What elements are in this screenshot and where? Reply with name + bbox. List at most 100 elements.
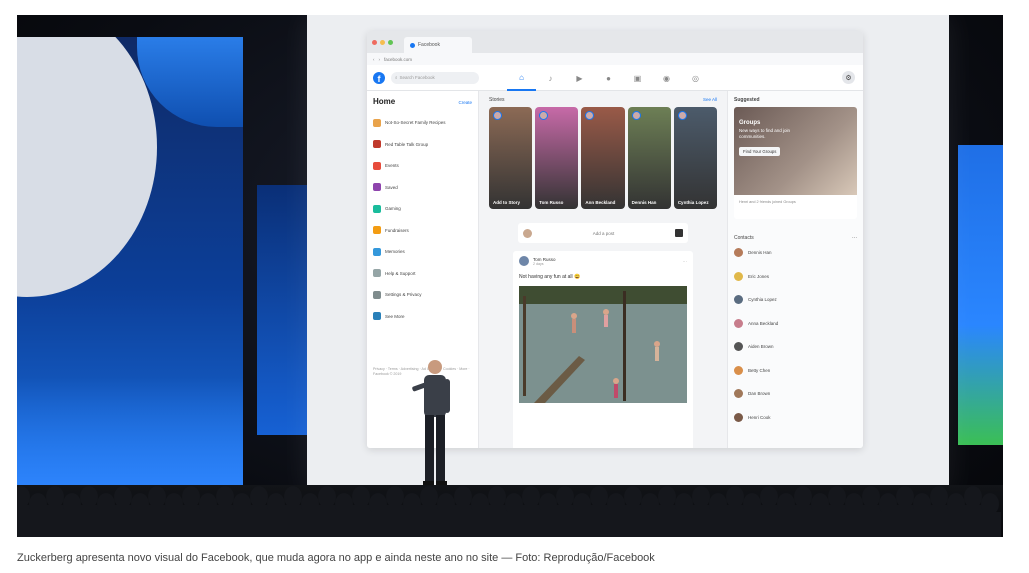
audience-head <box>454 486 472 508</box>
sidebar-item[interactable]: Gaming <box>373 198 472 220</box>
audience-head <box>80 486 98 508</box>
browser-tab[interactable]: Facebook <box>404 37 472 53</box>
audience-head <box>862 486 880 508</box>
news-feed: Stories See All Add to Story Tom Russo Ann… <box>479 91 727 448</box>
groups-card-title: Groups <box>739 120 761 126</box>
back-arrow-icon[interactable]: ‹ <box>373 57 375 62</box>
audience-head <box>760 486 778 508</box>
sidebar-item-label: Gaming <box>385 206 401 212</box>
post-header: Tom Russo 2 days ··· <box>519 256 687 266</box>
audience-head <box>318 486 336 508</box>
lake-jumping-photo <box>519 286 687 403</box>
audience-head <box>981 493 999 515</box>
post-author[interactable]: Tom Russo <box>533 257 556 262</box>
settings-gear-icon[interactable]: ⚙ <box>842 71 855 84</box>
marketplace-icon[interactable]: ▣ <box>623 65 652 91</box>
post-author-avatar[interactable] <box>519 256 529 266</box>
sidebar-item-label: Memories <box>385 249 405 255</box>
contact-name: Anna Beckland <box>748 320 779 326</box>
maximize-window-dot[interactable] <box>388 39 393 45</box>
facebook-logo-icon[interactable]: f <box>373 71 385 84</box>
video-icon[interactable]: ▶ <box>565 65 594 91</box>
sidebar-item[interactable]: Red Table Talk Group <box>373 134 472 156</box>
contact-item[interactable]: Cynthia Lopez <box>734 288 857 312</box>
story-card[interactable]: Ann Beckland <box>581 107 625 209</box>
story-card[interactable]: Tom Russo <box>535 107 579 209</box>
contact-avatar <box>734 412 743 422</box>
stories-header: Stories See All <box>489 97 717 103</box>
story-name: Cynthia Lopez <box>677 200 709 205</box>
sidebar-item[interactable]: Saved <box>373 177 472 199</box>
sidebar-item[interactable]: Events <box>373 155 472 177</box>
sidebar-item-label: Red Table Talk Group <box>385 141 429 147</box>
search-icon: ⌕ <box>395 75 398 80</box>
sidebar-item-icon <box>373 290 381 299</box>
groups-icon[interactable]: ◉ <box>652 65 681 91</box>
sidebar-item-icon <box>373 183 381 192</box>
add-post-placeholder: Add a post <box>592 230 615 236</box>
search-input[interactable]: ⌕ Search Facebook <box>391 71 479 84</box>
avatar-icon[interactable]: ● <box>594 65 623 91</box>
close-window-dot[interactable] <box>372 39 377 45</box>
contact-item[interactable]: Anna Beckland <box>734 312 857 336</box>
story-card[interactable]: Cynthia Lopez <box>673 107 718 209</box>
create-link[interactable]: Create <box>458 100 472 105</box>
audience-head <box>148 486 166 508</box>
home-icon[interactable]: ⌂ <box>507 65 536 91</box>
more-options-icon[interactable]: ··· <box>683 259 688 264</box>
audience-head <box>352 486 370 508</box>
audience-head <box>46 486 64 508</box>
contact-item[interactable]: Aiden Brown <box>734 335 857 359</box>
sidebar-item[interactable]: Memories <box>373 241 472 263</box>
left-screen-arc <box>17 37 157 297</box>
groups-card-image: Groups New ways to find and join communi… <box>734 107 857 195</box>
audience-body <box>979 512 1001 537</box>
sidebar-item[interactable]: Help & Support <box>373 263 472 285</box>
audience-head <box>522 486 540 508</box>
browser-tab-title: Facebook <box>418 42 440 48</box>
contact-avatar <box>734 295 743 305</box>
audience-head <box>896 486 914 508</box>
suggested-title: Suggested <box>734 97 760 103</box>
sidebar-item-icon <box>373 247 381 256</box>
facebook-favicon-icon <box>410 42 415 48</box>
contact-avatar <box>734 389 743 399</box>
contact-avatar <box>734 342 743 352</box>
contact-name: Cynthia Lopez <box>748 297 777 303</box>
gaming-icon[interactable]: ◎ <box>681 65 710 91</box>
photo-caption: Zuckerberg apresenta novo visual do Face… <box>17 552 655 564</box>
left-side-screen <box>17 37 243 497</box>
minimize-window-dot[interactable] <box>380 39 385 45</box>
sidebar-item[interactable]: Fundraisers <box>373 220 472 242</box>
find-groups-button[interactable]: Find Your Groups <box>739 146 781 156</box>
story-card[interactable]: Add to Story <box>489 107 533 209</box>
contact-item[interactable]: Dennis Han <box>734 241 857 265</box>
audience-head <box>284 486 302 508</box>
add-post-composer[interactable]: Add a post <box>518 223 688 243</box>
sidebar-item[interactable]: See More <box>373 306 472 328</box>
address-bar[interactable]: ‹ › facebook.com <box>367 53 863 65</box>
contact-item[interactable]: Eric Jones <box>734 265 857 289</box>
contact-item[interactable]: Betty Chen <box>734 359 857 383</box>
see-all-link[interactable]: See All <box>703 97 717 103</box>
story-card[interactable]: Dennis Han <box>627 107 671 209</box>
contact-item[interactable]: Dan Brown <box>734 382 857 406</box>
groups-suggestion-card[interactable]: Groups New ways to find and join communi… <box>734 107 857 219</box>
browser-tab-strip: Facebook <box>367 31 863 53</box>
photo-icon[interactable] <box>675 229 683 237</box>
story-name: Add to Story <box>493 200 520 205</box>
story-avatar <box>631 111 641 120</box>
post-photo[interactable] <box>519 286 687 403</box>
audience-head <box>624 486 642 508</box>
contacts-list: Dennis Han Eric Jones Cynthia Lopez Anna Be… <box>734 241 857 429</box>
right-sidebar: Suggested Groups New ways to find and jo… <box>727 91 863 448</box>
contacts-more-icon[interactable]: ··· <box>852 235 857 241</box>
contact-item[interactable]: Henri Cook <box>734 406 857 430</box>
sidebar-item[interactable]: Not-So-Secret Family Recipes <box>373 112 472 134</box>
forward-arrow-icon[interactable]: › <box>379 57 381 62</box>
groups-card-text: New ways to find and join communities. <box>739 128 791 139</box>
bell-icon[interactable]: ♪ <box>536 65 565 91</box>
audience-head <box>216 486 234 508</box>
sidebar-item[interactable]: Settings & Privacy <box>373 284 472 306</box>
sidebar-item-icon <box>373 312 381 321</box>
